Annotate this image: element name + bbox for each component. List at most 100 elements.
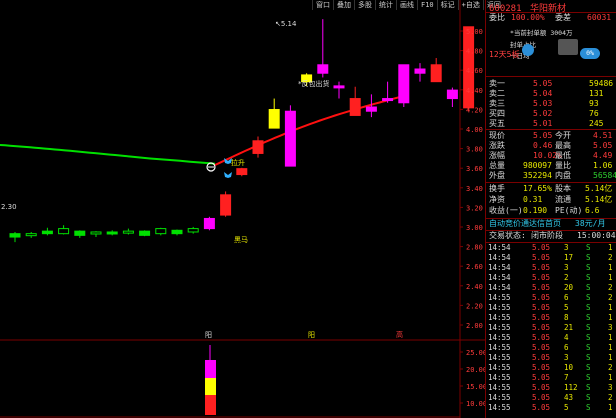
candle-body [446, 89, 458, 100]
info-icon[interactable] [522, 44, 534, 56]
y-tick-label: 3.20 [466, 204, 483, 212]
trade-volume: 8 [564, 313, 569, 322]
trade-row: 14:55 5.05 43 S 2 [488, 393, 615, 402]
auction-row[interactable]: 自动竞价通达信首页 38元/月 [489, 218, 614, 230]
quote-value: 352294 [523, 171, 552, 180]
volume-bar [205, 378, 216, 395]
trade-status-value: 闭市阶段 [531, 231, 563, 240]
popup-amount: *当前封单额 3004万 [510, 29, 573, 37]
trade-row: 14:55 5.05 5 S 1 [488, 403, 615, 412]
trade-price: 5.05 [532, 333, 551, 342]
y-tick-label: 4.00 [466, 126, 483, 134]
trade-time: 14:54 [488, 253, 511, 262]
streak-label: 12天5板 [489, 50, 520, 59]
candle-body [349, 98, 361, 116]
trade-time: 14:55 [488, 333, 511, 342]
trade-price: 5.05 [532, 383, 551, 392]
candle-body [139, 230, 151, 236]
trade-row: 14:55 5.05 21 S 3 [488, 323, 615, 332]
marker-3: 高 [396, 330, 403, 339]
trade-volume: 43 [564, 393, 574, 402]
trade-price: 5.05 [532, 293, 551, 302]
trade-price: 5.05 [532, 243, 551, 252]
popup-pct-badge: 0% [580, 48, 600, 59]
y-tick-label: 2.60 [466, 263, 483, 271]
y-tick-label: 4.80 [466, 48, 483, 56]
trade-price: 5.05 [532, 323, 551, 332]
trade-time: 14:55 [488, 393, 511, 402]
annotation-distribution: *反包出货 [298, 79, 330, 88]
candle-body [430, 64, 442, 83]
candle-body [252, 140, 264, 154]
candle-body [284, 110, 296, 167]
trade-price: 5.05 [532, 353, 551, 362]
trade-count: 1 [608, 373, 613, 382]
trade-row: 14:55 5.05 3 S 1 [488, 353, 615, 362]
trade-side: S [586, 313, 591, 322]
candle-body [203, 217, 215, 230]
trade-count: 1 [608, 243, 613, 252]
trade-row: 14:54 5.05 17 S 2 [488, 253, 615, 262]
trade-price: 5.05 [532, 283, 551, 292]
trade-volume: 5 [564, 403, 569, 412]
trade-volume: 2 [564, 273, 569, 282]
y-tick-label: 4.20 [466, 106, 483, 114]
trade-count: 2 [608, 363, 613, 372]
fund-label: 收益(一) [489, 206, 523, 215]
trade-time: 14:55 [488, 373, 511, 382]
y-tick-label: 2.00 [466, 322, 483, 330]
trade-side: S [586, 383, 591, 392]
ma-green-line [0, 144, 216, 165]
trade-count: 3 [608, 383, 613, 392]
trade-count: 1 [608, 303, 613, 312]
fund-label-2: PE(动) [555, 206, 583, 215]
trade-time: 14:54 [488, 273, 511, 282]
trade-time: 14:55 [488, 353, 511, 362]
trade-count: 1 [608, 273, 613, 282]
low-price-label: 2.30 [1, 203, 17, 211]
trade-side: S [586, 323, 591, 332]
trade-side: S [586, 333, 591, 342]
trade-side: S [586, 243, 591, 252]
quote-summary: 现价 5.05 今开 4.51 涨跌 0.46 最高 5.05 涨幅 10.02% 最低 4.49 总量… [486, 130, 616, 190]
candle-body [382, 98, 394, 102]
trade-volume: 4 [564, 333, 569, 342]
vol-tick-label: 10.00 [466, 400, 485, 408]
trade-time: 14:55 [488, 363, 511, 372]
candle-body [317, 64, 329, 74]
trade-volume: 3 [564, 263, 569, 272]
trade-row: 14:55 5.05 112 S 3 [488, 383, 615, 392]
trade-time: 14:55 [488, 303, 511, 312]
trade-volume: 7 [564, 373, 569, 382]
trade-volume: 6 [564, 293, 569, 302]
trade-count: 1 [608, 313, 613, 322]
trade-volume: 6 [564, 343, 569, 352]
candle-body [398, 64, 410, 104]
trade-row: 14:54 5.05 2 S 1 [488, 273, 615, 282]
panel-row: 外盘 352294内盘 565843 [489, 170, 616, 182]
y-tick-label: 3.00 [466, 224, 483, 232]
trade-volume: 3 [564, 353, 569, 362]
trade-row: 14:55 5.05 5 S 1 [488, 303, 615, 312]
trade-price: 5.05 [532, 273, 551, 282]
trade-price: 5.05 [532, 303, 551, 312]
annotation-rise: 拉升 [231, 158, 245, 167]
vol-tick-label: 25.00 [466, 349, 485, 357]
fund-value: 0.190 [523, 206, 548, 215]
trade-side: S [586, 353, 591, 362]
candle-body [106, 231, 118, 235]
volume-bar [205, 360, 216, 378]
quote-fundamentals: 换手 17.65% 股本 5.14亿 净资 0.31 流通 5.14亿 收益(一) 0.190 PE… [486, 183, 616, 219]
y-tick-label: 2.20 [466, 302, 483, 310]
candle-body [220, 194, 232, 216]
y-tick-label: 3.80 [466, 146, 483, 154]
trade-side: S [586, 303, 591, 312]
trade-count: 1 [608, 263, 613, 272]
candle-body [236, 168, 248, 176]
marker-1: 阳 [205, 330, 212, 339]
order-ratio-row: 委比 100.00% 委差 60031 [489, 12, 614, 24]
candle-body [187, 228, 199, 233]
trade-price: 5.05 [532, 343, 551, 352]
trade-side: S [586, 373, 591, 382]
trade-volume: 10 [564, 363, 574, 372]
